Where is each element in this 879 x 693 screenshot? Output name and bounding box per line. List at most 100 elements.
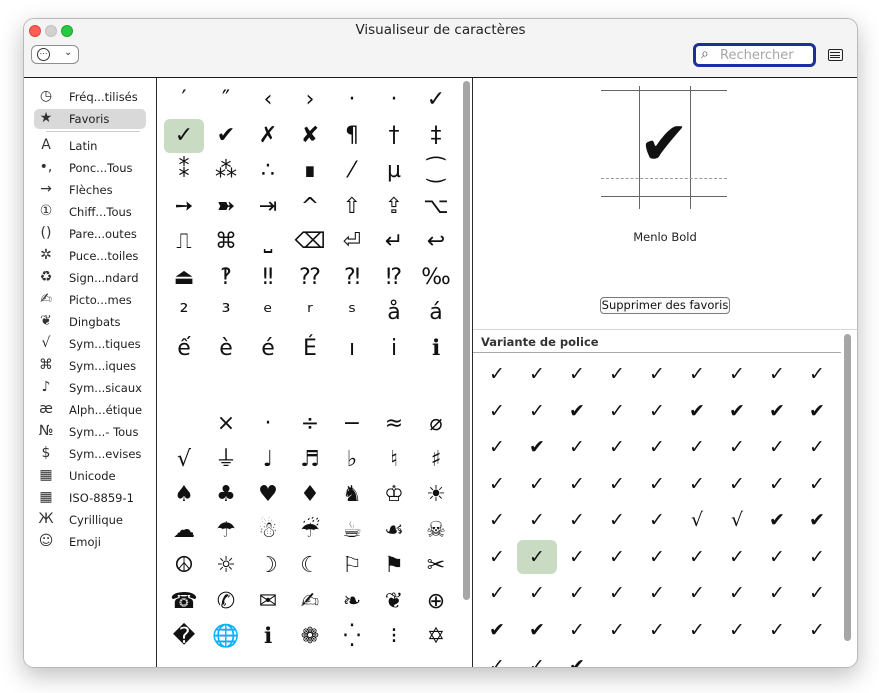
keyboard-viewer-icon[interactable] (828, 49, 843, 61)
font-variant-cell[interactable]: ✓ (597, 394, 637, 428)
character-cell[interactable]: É (290, 332, 330, 366)
grid-scrollbar[interactable] (462, 78, 472, 667)
character-cell[interactable]: ↵ (374, 225, 414, 259)
character-cell[interactable]: ″ (206, 83, 246, 117)
character-cell[interactable]: ♥ (248, 478, 288, 512)
sidebar-item-12[interactable]: ⌘ Sym...iques (34, 356, 146, 376)
sidebar-item-2[interactable]: A Latin (34, 136, 146, 156)
character-cell[interactable]: ⏚ (206, 443, 246, 477)
font-variant-cell[interactable]: ✓ (597, 430, 637, 464)
font-variant-cell[interactable]: ✓ (797, 430, 837, 464)
font-variant-cell[interactable]: ✓ (757, 613, 797, 647)
sidebar-item-0[interactable]: ◷ Fréq...tilisés (34, 87, 146, 107)
character-cell[interactable]: ♞ (332, 478, 372, 512)
character-cell[interactable]: ′ (164, 83, 204, 117)
font-variant-cell[interactable]: ✓ (797, 540, 837, 574)
character-cell[interactable]: † (374, 119, 414, 153)
character-cell[interactable]: ♬ (290, 443, 330, 477)
character-cell[interactable]: ➽ (206, 190, 246, 224)
character-cell[interactable]: ⁝ (374, 620, 414, 654)
font-variant-cell[interactable]: ✔ (797, 503, 837, 537)
font-variant-cell[interactable]: ✓ (677, 357, 717, 391)
character-cell[interactable]: ☀ (416, 478, 456, 512)
character-cell[interactable]: × (206, 407, 246, 441)
font-variant-cell[interactable]: ✓ (517, 576, 557, 610)
character-cell[interactable]: � (164, 620, 204, 654)
font-variant-cell[interactable]: ✔ (757, 394, 797, 428)
sidebar-item-6[interactable]: () Pare...outes (34, 224, 146, 244)
character-cell[interactable]: ⎵ (248, 225, 288, 259)
font-variant-cell[interactable]: ✓ (477, 540, 517, 574)
character-cell[interactable]: ✍ (290, 585, 330, 619)
sidebar-item-5[interactable]: ① Chiff...Tous (34, 202, 146, 222)
character-cell[interactable]: ı (332, 332, 372, 366)
character-cell[interactable]: ‼ (248, 261, 288, 295)
character-cell[interactable]: ⇪ (374, 190, 414, 224)
character-cell[interactable]: ✡ (416, 620, 456, 654)
character-cell[interactable]: ✔ (206, 119, 246, 153)
character-cell[interactable]: ⎍ (164, 225, 204, 259)
variants-scrollbar[interactable] (843, 334, 853, 667)
font-variant-cell[interactable]: ✓ (557, 613, 597, 647)
font-variant-cell[interactable]: ✓ (517, 357, 557, 391)
font-variant-cell[interactable]: ✓ (477, 649, 517, 667)
character-cell[interactable]: ⁇ (290, 261, 330, 295)
sidebar-item-18[interactable]: ▦ ISO-8859-1 (34, 488, 146, 508)
character-cell[interactable]: ⁑ (164, 154, 204, 188)
font-variant-cell[interactable]: ✓ (717, 540, 757, 574)
character-cell[interactable]: ⁉ (374, 261, 414, 295)
character-cell[interactable]: › (290, 83, 330, 117)
font-variant-cell[interactable]: ✓ (637, 467, 677, 501)
character-cell[interactable]: ⏎ (332, 225, 372, 259)
character-cell[interactable]: ❁ (290, 620, 330, 654)
font-variant-cell[interactable]: ✓ (677, 430, 717, 464)
font-variant-cell[interactable]: √ (717, 503, 757, 537)
font-variant-cell[interactable]: ✓ (597, 357, 637, 391)
font-variant-cell[interactable]: ✓ (757, 467, 797, 501)
font-variant-cell[interactable] (717, 649, 757, 667)
font-variant-cell[interactable]: ✓ (757, 576, 797, 610)
character-cell[interactable]: ⇧ (332, 190, 372, 224)
font-variant-cell[interactable]: ✔ (477, 613, 517, 647)
character-cell[interactable]: ℹ (248, 620, 288, 654)
font-variant-cell[interactable]: ✓ (757, 430, 797, 464)
font-variant-cell[interactable]: ✓ (477, 357, 517, 391)
font-variant-cell[interactable]: ✓ (717, 613, 757, 647)
character-cell[interactable]: ÷ (290, 407, 330, 441)
font-variant-cell[interactable]: ✓ (717, 467, 757, 501)
sidebar-item-10[interactable]: ❦ Dingbats (34, 312, 146, 332)
character-cell[interactable]: ⌫ (290, 225, 330, 259)
font-variant-cell[interactable]: ✓ (717, 357, 757, 391)
character-cell[interactable]: ‽ (206, 261, 246, 295)
character-cell[interactable]: ✗ (248, 119, 288, 153)
character-cell[interactable]: ✆ (206, 585, 246, 619)
character-cell[interactable]: ☠ (416, 514, 456, 548)
character-cell[interactable]: ✓ (164, 118, 204, 153)
font-variant-cell[interactable]: ✔ (757, 503, 797, 537)
character-cell[interactable]: ⊕ (416, 585, 456, 619)
character-cell[interactable]: ⚑ (374, 549, 414, 583)
character-cell[interactable]: è (206, 332, 246, 366)
character-cell[interactable]: ¶ (332, 119, 372, 153)
character-cell[interactable]: · (332, 83, 372, 117)
character-cell[interactable]: ↩ (416, 225, 456, 259)
font-variant-cell[interactable]: ✔ (677, 394, 717, 428)
action-menu-button[interactable]: ⋯ ⌄ (31, 45, 79, 64)
character-cell[interactable]: ² (164, 296, 204, 330)
grid-scrollbar-thumb[interactable] (463, 81, 470, 600)
character-cell[interactable] (164, 407, 204, 441)
character-cell[interactable]: ☼ (206, 549, 246, 583)
font-variant-cell[interactable]: ✓ (477, 430, 517, 464)
font-variant-cell[interactable]: ✓ (517, 649, 557, 667)
character-cell[interactable]: µ (374, 154, 414, 188)
font-variant-cell[interactable]: ✓ (677, 540, 717, 574)
character-cell[interactable]: ♔ (374, 478, 414, 512)
character-cell[interactable]: ⁛ (332, 620, 372, 654)
character-cell[interactable]: ⁐ (416, 154, 456, 188)
font-variant-cell[interactable]: ✔ (517, 430, 557, 464)
character-cell[interactable]: i (374, 332, 414, 366)
font-variant-cell[interactable]: ✓ (637, 540, 677, 574)
font-variant-cell[interactable] (677, 649, 717, 667)
character-cell[interactable]: ⏏ (164, 261, 204, 295)
character-cell[interactable]: ⁈ (332, 261, 372, 295)
